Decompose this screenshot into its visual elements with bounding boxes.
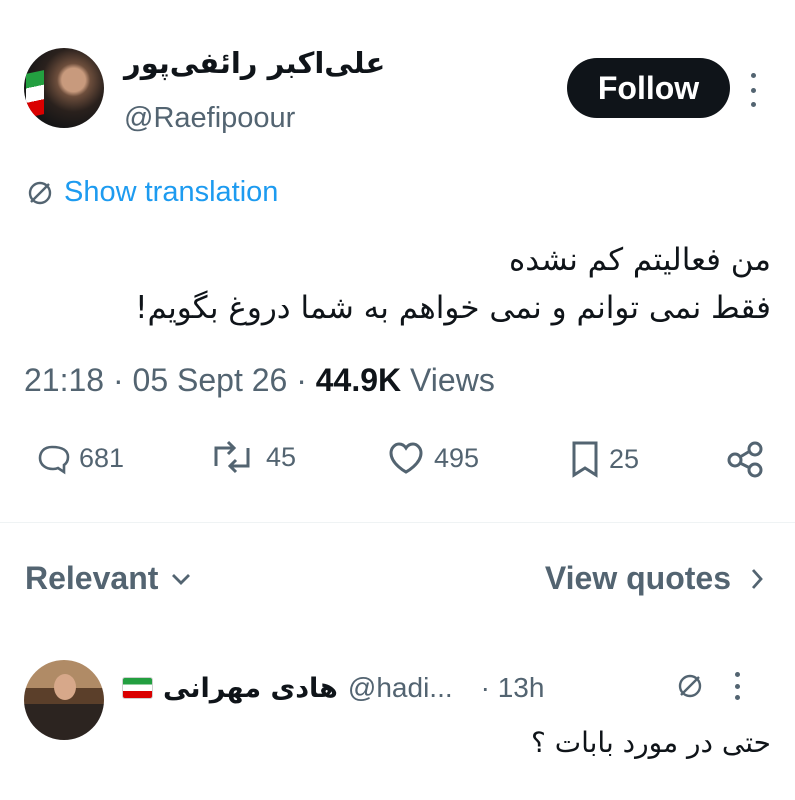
relevant-filter[interactable]: Relevant xyxy=(25,560,192,597)
tweet-date[interactable]: 05 Sept 26 xyxy=(133,362,288,398)
relevant-label: Relevant xyxy=(25,560,159,596)
iran-flag-icon xyxy=(122,677,153,699)
view-quotes-label: View quotes xyxy=(544,560,731,596)
grok-icon xyxy=(28,181,52,204)
share-icon xyxy=(727,441,763,478)
repost-count: 45 xyxy=(266,441,297,472)
reply-author-handle[interactable]: @hadi... xyxy=(348,672,453,704)
view-quotes-link[interactable]: View quotes xyxy=(545,560,765,597)
grok-icon[interactable] xyxy=(676,672,704,700)
reply-author-avatar[interactable] xyxy=(24,660,104,740)
more-icon[interactable] xyxy=(747,73,759,107)
reply-button[interactable]: 681 xyxy=(35,440,124,476)
reply-text: حتی در مورد بابات ؟ xyxy=(530,726,771,759)
flag-backdrop xyxy=(26,70,44,118)
tweet-actions: 681 45 495 25 xyxy=(0,440,795,500)
author-avatar[interactable] xyxy=(24,48,104,128)
reply-toolbar xyxy=(676,672,742,700)
reply-time[interactable]: · 13h xyxy=(481,672,545,704)
reply-more-icon[interactable] xyxy=(732,672,742,700)
like-count: 495 xyxy=(434,442,480,473)
bookmark-icon xyxy=(572,441,598,478)
views-count: 44.9K xyxy=(315,362,402,398)
repost-button[interactable]: 45 xyxy=(206,440,296,474)
tweet-time[interactable]: 21:18 xyxy=(24,362,104,398)
views-label: Views xyxy=(410,362,495,398)
reply-header: هادی مهرانی @hadi... · 13h xyxy=(122,664,544,712)
like-icon xyxy=(389,442,423,474)
repost-icon xyxy=(214,440,250,474)
chevron-right-icon xyxy=(751,568,763,589)
reply-author-name[interactable]: هادی مهرانی xyxy=(163,673,338,704)
bookmark-button[interactable]: 25 xyxy=(569,440,639,478)
tweet-text-line-2: فقط نمی توانم و نمی خواهم به شما دروغ بگ… xyxy=(135,290,771,326)
tweet-text: من فعالیتم کم نشده فقط نمی توانم و نمی خ… xyxy=(135,236,771,332)
reply-icon xyxy=(38,445,70,475)
bookmark-count: 25 xyxy=(609,443,640,474)
show-translation-link[interactable]: Show translation xyxy=(26,176,278,209)
reply-count: 681 xyxy=(79,442,125,473)
author-name[interactable]: علی‌اکبر رائفی‌پور xyxy=(124,46,385,80)
chevron-down-icon xyxy=(172,573,191,585)
like-button[interactable]: 495 xyxy=(386,440,479,476)
share-button[interactable] xyxy=(724,440,766,478)
divider xyxy=(0,522,795,523)
tweet-header: علی‌اکبر رائفی‌پور @Raefipoour Follow xyxy=(0,0,795,150)
tweet-text-line-1: من فعالیتم کم نشده xyxy=(509,242,771,278)
show-translation-label: Show translation xyxy=(64,176,279,208)
author-handle[interactable]: @Raefipoour xyxy=(124,102,295,135)
follow-button[interactable]: Follow xyxy=(567,58,730,118)
tweet-meta: 21:18 · 05 Sept 26 · 44.9K Views xyxy=(24,362,495,398)
